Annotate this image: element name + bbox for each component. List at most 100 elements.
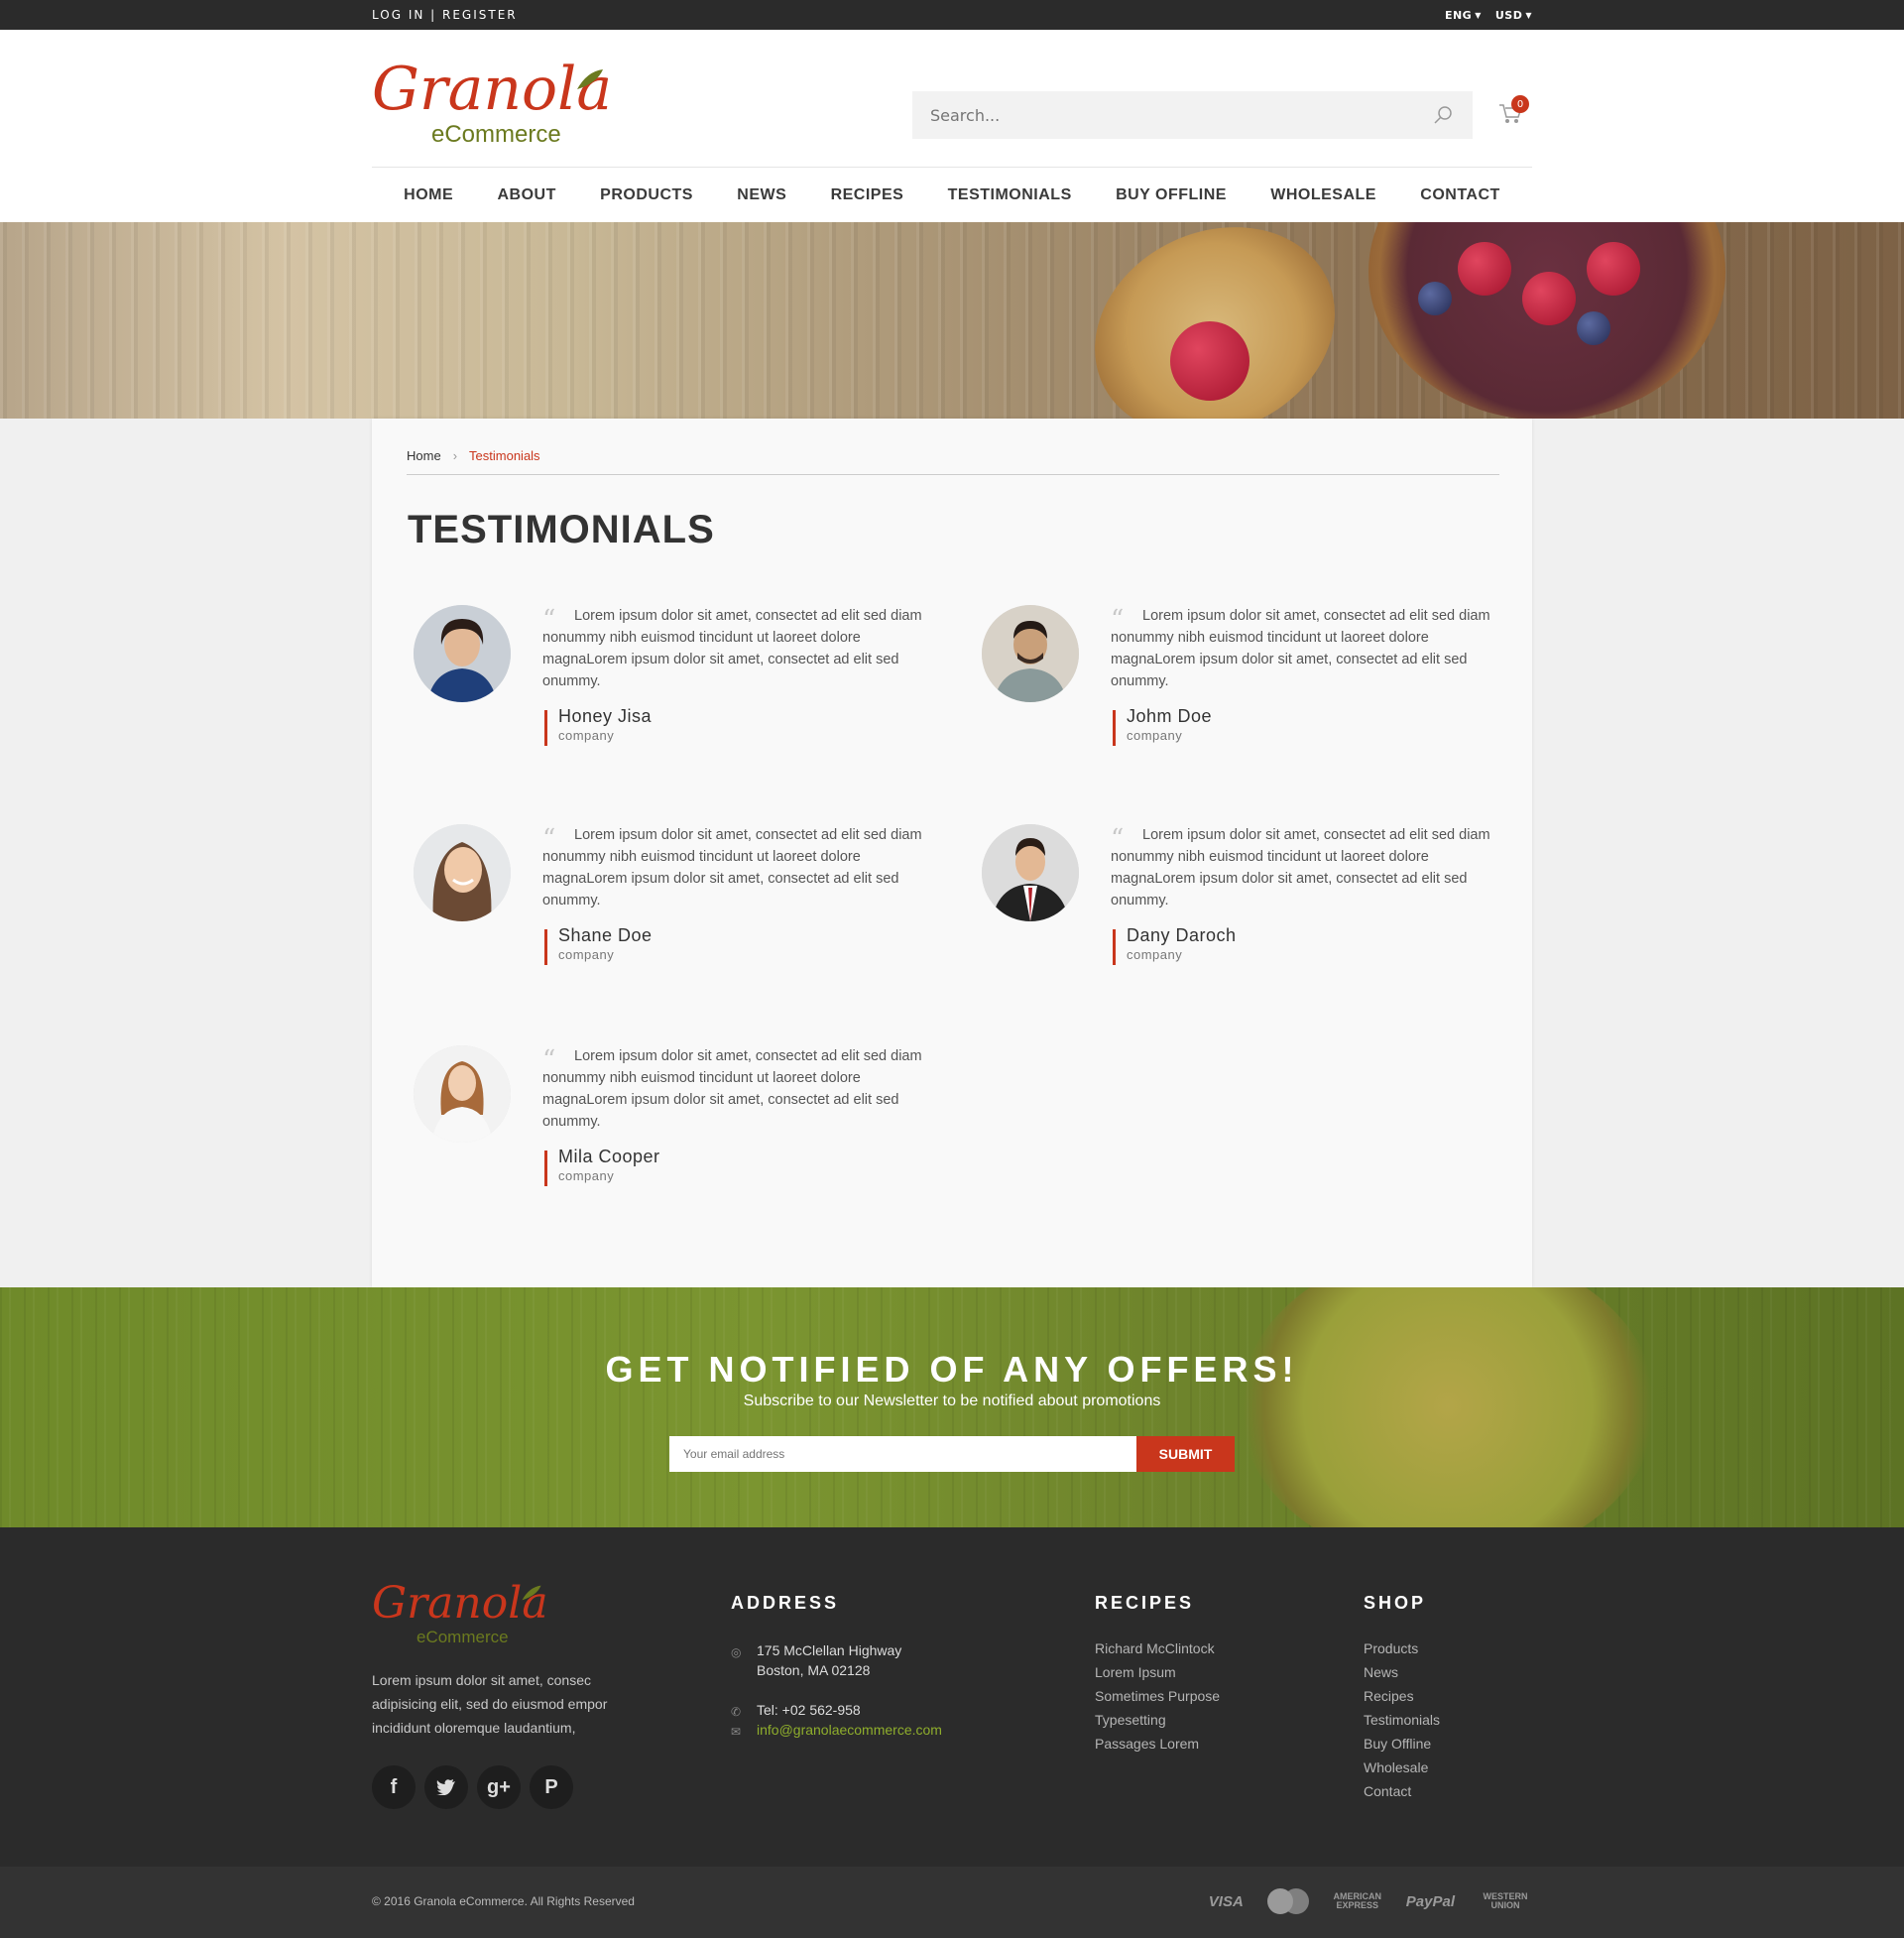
footer-link[interactable]: Passages Lorem [1095, 1736, 1220, 1759]
currency-select[interactable]: USD ▼ [1495, 9, 1532, 22]
testimonial-name: Mila Cooper [558, 1147, 660, 1166]
footer-link[interactable]: Wholesale [1364, 1759, 1440, 1783]
address-block: ◎ 175 McClellan Highway Boston, MA 02128… [729, 1640, 942, 1740]
testimonial-text: Lorem ipsum dolor sit amet, consectet ad… [542, 1048, 922, 1130]
phone-icon: ✆ [731, 1705, 742, 1719]
testimonial-text: Lorem ipsum dolor sit amet, consectet ad… [1111, 827, 1490, 908]
pinterest-icon[interactable]: P [530, 1765, 573, 1809]
avatar [414, 824, 511, 921]
nav-wholesale[interactable]: WHOLESALE [1270, 186, 1376, 204]
cart-button[interactable]: 0 [1497, 95, 1529, 129]
search-icon[interactable] [1431, 103, 1455, 127]
main-nav: HOME ABOUT PRODUCTS NEWS RECIPES TESTIMO… [372, 167, 1532, 222]
social-links: f g+ P [372, 1765, 573, 1809]
nav-testimonials[interactable]: TESTIMONIALS [948, 186, 1072, 204]
page-title: TESTIMONIALS [408, 508, 715, 551]
chevron-right-icon: › [452, 448, 458, 463]
footer-link[interactable]: Sometimes Purpose [1095, 1688, 1220, 1712]
breadcrumb-current: Testimonials [469, 448, 540, 463]
footer-link[interactable]: Richard McClintock [1095, 1640, 1220, 1664]
nav-news[interactable]: NEWS [737, 186, 786, 204]
testimonial-card: “ Lorem ipsum dolor sit amet, consectet … [414, 605, 929, 764]
email-link[interactable]: info@granolaecommerce.com [757, 1722, 942, 1738]
testimonial-text: Lorem ipsum dolor sit amet, consectet ad… [542, 608, 922, 689]
google-plus-icon[interactable]: g+ [477, 1765, 521, 1809]
testimonial-company: company [1127, 947, 1183, 962]
divider [407, 474, 1499, 475]
breadcrumb: Home › Testimonials [407, 448, 540, 463]
testimonial-company: company [558, 947, 615, 962]
login-register-link[interactable]: LOG IN | REGISTER [372, 8, 518, 22]
testimonial-company: company [1127, 728, 1183, 743]
testimonials-panel: Home › Testimonials TESTIMONIALS “ Lorem… [372, 419, 1532, 1287]
location-pin-icon: ◎ [731, 1645, 742, 1659]
blueberry [1577, 311, 1610, 345]
footer-link[interactable]: Contact [1364, 1783, 1440, 1807]
address-heading: ADDRESS [731, 1593, 840, 1613]
footer-link[interactable]: Testimonials [1364, 1712, 1440, 1736]
raspberry [1170, 321, 1250, 401]
footer-link[interactable]: Lorem Ipsum [1095, 1664, 1220, 1688]
footer-link[interactable]: Buy Offline [1364, 1736, 1440, 1759]
testimonial-company: company [558, 1168, 615, 1183]
shop-links: Products News Recipes Testimonials Buy O… [1364, 1640, 1440, 1807]
western-union-icon: WESTERN UNION [1483, 1891, 1528, 1910]
testimonial-name: Honey Jisa [558, 706, 653, 726]
mastercard-icon [1266, 1888, 1309, 1914]
copyright: © 2016 Granola eCommerce. All Rights Res… [372, 1894, 635, 1908]
testimonial-card: “ Lorem ipsum dolor sit amet, consectet … [982, 605, 1497, 764]
testimonial-text: Lorem ipsum dolor sit amet, consectet ad… [542, 827, 922, 908]
footer-link[interactable]: Products [1364, 1640, 1440, 1664]
site-logo[interactable]: Granola eCommerce [372, 60, 612, 159]
breadcrumb-home[interactable]: Home [407, 448, 441, 463]
newsletter-title: GET NOTIFIED OF ANY OFFERS! [605, 1349, 1299, 1390]
raspberry [1587, 242, 1640, 296]
bottom-bar: © 2016 Granola eCommerce. All Rights Res… [0, 1867, 1904, 1938]
nav-recipes[interactable]: RECIPES [831, 186, 904, 204]
footer-about-text: Lorem ipsum dolor sit amet, consec adipi… [372, 1672, 608, 1736]
footer-link[interactable]: Typesetting [1095, 1712, 1220, 1736]
nav-buy-offline[interactable]: BUY OFFLINE [1116, 186, 1227, 204]
visa-icon: VISA [1208, 1892, 1244, 1910]
nav-about[interactable]: ABOUT [497, 186, 555, 204]
hero-banner-image [0, 222, 1904, 419]
cart-count-badge: 0 [1511, 95, 1529, 113]
nav-contact[interactable]: CONTACT [1420, 186, 1500, 204]
leaf-icon [577, 69, 603, 89]
top-bar: LOG IN | REGISTER ENG ▼ USD ▼ [0, 0, 1904, 30]
nav-products[interactable]: PRODUCTS [600, 186, 693, 204]
facebook-icon[interactable]: f [372, 1765, 416, 1809]
search-input[interactable] [930, 105, 1431, 125]
submit-button[interactable]: SUBMIT [1136, 1436, 1235, 1472]
testimonial-name: Johm Doe [1127, 706, 1213, 726]
newsletter-section: GET NOTIFIED OF ANY OFFERS! Subscribe to… [0, 1287, 1904, 1527]
newsletter-form: SUBMIT [669, 1436, 1235, 1472]
avatar [982, 824, 1079, 921]
avatar [414, 1045, 511, 1143]
email-field[interactable] [669, 1436, 1136, 1472]
chevron-down-icon: ▼ [1525, 10, 1532, 20]
envelope-icon: ✉ [731, 1725, 742, 1739]
raspberry [1458, 242, 1511, 296]
testimonial-card: “ Lorem ipsum dolor sit amet, consectet … [414, 824, 929, 983]
shop-heading: SHOP [1364, 1593, 1427, 1613]
nav-home[interactable]: HOME [404, 186, 453, 204]
footer-link[interactable]: News [1364, 1664, 1440, 1688]
footer-link[interactable]: Recipes [1364, 1688, 1440, 1712]
leaf-icon [522, 1585, 541, 1601]
language-select[interactable]: ENG ▼ [1445, 9, 1482, 22]
address-row: ◎ 175 McClellan Highway Boston, MA 02128 [731, 1642, 902, 1678]
testimonial-card: “ Lorem ipsum dolor sit amet, consectet … [414, 1045, 929, 1204]
blueberry [1418, 282, 1452, 315]
testimonial-company: company [558, 728, 615, 743]
footer-logo[interactable]: Granola eCommerce [372, 1582, 550, 1647]
recipes-heading: RECIPES [1095, 1593, 1195, 1613]
testimonial-text: Lorem ipsum dolor sit amet, consectet ad… [1111, 608, 1490, 689]
avatar [982, 605, 1079, 702]
chevron-down-icon: ▼ [1475, 10, 1482, 20]
recipes-links: Richard McClintock Lorem Ipsum Sometimes… [1095, 1640, 1220, 1759]
search-bar [912, 91, 1473, 139]
phone-row: ✆ Tel: +02 562-958 [731, 1702, 861, 1719]
newsletter-subtitle: Subscribe to our Newsletter to be notifi… [743, 1393, 1161, 1409]
twitter-icon[interactable] [424, 1765, 468, 1809]
